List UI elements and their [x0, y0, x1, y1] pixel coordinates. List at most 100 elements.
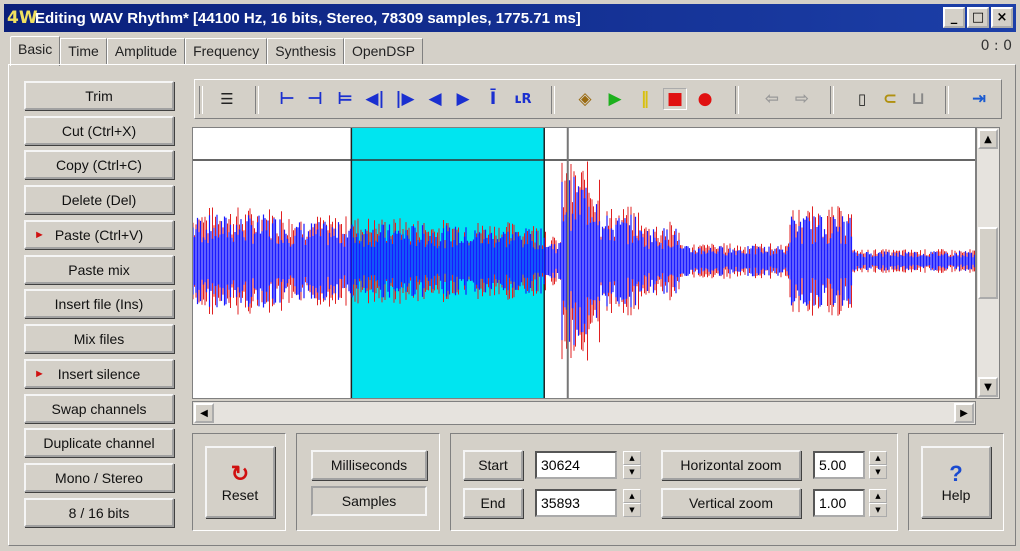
- mix-files-label: Mix files: [73, 330, 125, 347]
- prev-mark-icon[interactable]: ◀|: [363, 88, 387, 110]
- redo-icon[interactable]: ⇨: [790, 88, 814, 110]
- vertical-zoom-button[interactable]: Vertical zoom: [661, 488, 801, 518]
- duplicate-channel-button[interactable]: Duplicate channel: [24, 428, 174, 457]
- bit-depth-label: 8 / 16 bits: [68, 504, 130, 521]
- horizontal-zoom-field[interactable]: 5.00: [813, 451, 865, 479]
- scroll-down-icon[interactable]: ▼: [978, 377, 998, 397]
- spin-down-icon[interactable]: ▼: [869, 503, 887, 517]
- new-file-icon[interactable]: ▯: [850, 88, 874, 110]
- vertical-zoom-field[interactable]: 1.00: [813, 489, 865, 517]
- copy-label: Copy (Ctrl+C): [56, 156, 142, 173]
- reset-label: Reset: [221, 487, 259, 503]
- milliseconds-label: Milliseconds: [330, 457, 408, 473]
- maximize-button[interactable]: □: [967, 7, 989, 28]
- paste-mix-label: Paste mix: [68, 261, 130, 278]
- title-bar: 4W Editing WAV Rhythm* [44100 Hz, 16 bit…: [4, 4, 1016, 32]
- horizontal-zoom-spinner[interactable]: ▲ ▼: [869, 451, 887, 479]
- paste-mix-button[interactable]: Paste mix: [24, 255, 174, 284]
- end-field[interactable]: 35893: [535, 489, 617, 517]
- spin-up-icon[interactable]: ▲: [869, 489, 887, 503]
- paste-button[interactable]: ► Paste (Ctrl+V): [24, 220, 174, 249]
- duplicate-channel-label: Duplicate channel: [43, 434, 155, 451]
- start-button[interactable]: Start: [463, 450, 523, 480]
- spin-up-icon[interactable]: ▲: [869, 451, 887, 465]
- scroll-thumb-vertical[interactable]: [978, 227, 998, 299]
- step-left-icon[interactable]: ◀: [423, 88, 447, 110]
- open-file-icon[interactable]: ⊂: [878, 88, 902, 110]
- units-group: Milliseconds Samples: [296, 433, 440, 531]
- go-end-icon[interactable]: ⊣: [303, 88, 327, 110]
- record-icon[interactable]: ●: [693, 88, 717, 110]
- horizontal-zoom-button[interactable]: Horizontal zoom: [661, 450, 801, 480]
- next-mark-icon[interactable]: |▶: [393, 88, 417, 110]
- mono-stereo-button[interactable]: Mono / Stereo: [24, 463, 174, 492]
- copy-button[interactable]: Copy (Ctrl+C): [24, 150, 174, 179]
- vertical-scrollbar[interactable]: ▲ ▼: [976, 127, 1000, 399]
- samples-button[interactable]: Samples: [311, 486, 427, 516]
- mix-files-button[interactable]: Mix files: [24, 324, 174, 353]
- help-button[interactable]: ? Help: [921, 446, 991, 518]
- scroll-left-icon[interactable]: ◀: [194, 403, 214, 423]
- insert-file-label: Insert file (Ins): [54, 295, 144, 312]
- save-icon[interactable]: ⊔: [906, 88, 930, 110]
- pause-icon[interactable]: ‖: [633, 88, 657, 110]
- start-field[interactable]: 30624: [535, 451, 617, 479]
- tab-opendsp[interactable]: OpenDSP: [343, 38, 423, 64]
- spin-up-icon[interactable]: ▲: [623, 451, 641, 465]
- step-right-icon[interactable]: ▶: [451, 88, 475, 110]
- insert-silence-button[interactable]: ► Insert silence: [24, 359, 174, 388]
- exit-icon[interactable]: ⇥: [967, 88, 991, 110]
- vertical-zoom-label: Vertical zoom: [688, 495, 774, 511]
- stop-icon[interactable]: ■: [663, 88, 687, 110]
- go-start-icon[interactable]: ⊢: [275, 88, 299, 110]
- toolbar: ☰ ⊢ ⊣ ⊨ ◀| |▶ ◀ ▶ Ī ʟR ◈ ▶ ‖ ■ ● ⇦ ⇨ ▯ ⊂…: [194, 79, 1002, 119]
- close-button[interactable]: ×: [991, 7, 1013, 28]
- loop-play-icon[interactable]: ◈: [573, 88, 597, 110]
- undo-icon[interactable]: ⇦: [760, 88, 784, 110]
- milliseconds-button[interactable]: Milliseconds: [311, 450, 427, 480]
- cursor-icon[interactable]: Ī: [481, 88, 505, 110]
- insert-silence-label: Insert silence: [57, 365, 141, 382]
- mono-stereo-label: Mono / Stereo: [55, 469, 143, 486]
- window-title: Editing WAV Rhythm* [44100 Hz, 16 bits, …: [35, 9, 581, 27]
- horizontal-scrollbar[interactable]: ◀ ▶: [192, 401, 976, 425]
- waveform-view[interactable]: [192, 127, 976, 399]
- vertical-zoom-spinner[interactable]: ▲ ▼: [869, 489, 887, 517]
- end-label: End: [480, 495, 506, 511]
- waveform-channel-left: [193, 176, 975, 346]
- help-group: ? Help: [908, 433, 1004, 531]
- range-zoom-group: Start 30624 ▲ ▼ End 35893 ▲ ▼ Horizontal z…: [450, 433, 898, 531]
- delete-button[interactable]: Delete (Del): [24, 185, 174, 214]
- swap-channels-button[interactable]: Swap channels: [24, 394, 174, 423]
- tab-amplitude[interactable]: Amplitude: [106, 38, 186, 64]
- trim-label: Trim: [85, 87, 113, 104]
- spin-down-icon[interactable]: ▼: [623, 465, 641, 479]
- list-icon[interactable]: ☰: [215, 88, 239, 110]
- play-icon[interactable]: ▶: [603, 88, 627, 110]
- waveform-canvas[interactable]: [193, 128, 976, 399]
- swap-channels-label: Swap channels: [51, 400, 147, 417]
- bit-depth-button[interactable]: 8 / 16 bits: [24, 498, 174, 527]
- cut-button[interactable]: Cut (Ctrl+X): [24, 116, 174, 145]
- minimize-button[interactable]: _: [943, 7, 965, 28]
- spin-up-icon[interactable]: ▲: [623, 489, 641, 503]
- select-all-icon[interactable]: ⊨: [333, 88, 357, 110]
- start-spinner[interactable]: ▲ ▼: [623, 451, 641, 479]
- tab-bar: Basic Time Amplitude Frequency Synthesis…: [10, 36, 423, 66]
- tab-synthesis[interactable]: Synthesis: [267, 38, 344, 64]
- tab-time[interactable]: Time: [60, 38, 107, 64]
- spin-down-icon[interactable]: ▼: [869, 465, 887, 479]
- tab-basic[interactable]: Basic: [10, 36, 61, 66]
- samples-label: Samples: [341, 493, 397, 509]
- scroll-right-icon[interactable]: ▶: [954, 403, 974, 423]
- reset-button[interactable]: ↻ Reset: [205, 446, 275, 518]
- lr-channels-icon[interactable]: ʟR: [511, 88, 535, 110]
- end-spinner[interactable]: ▲ ▼: [623, 489, 641, 517]
- insert-file-button[interactable]: Insert file (Ins): [24, 289, 174, 318]
- tab-frequency[interactable]: Frequency: [185, 38, 268, 64]
- trim-button[interactable]: Trim: [24, 81, 174, 110]
- end-button[interactable]: End: [463, 488, 523, 518]
- cursor-position-readout: 0 : 0: [980, 38, 1012, 54]
- scroll-up-icon[interactable]: ▲: [978, 129, 998, 149]
- spin-down-icon[interactable]: ▼: [623, 503, 641, 517]
